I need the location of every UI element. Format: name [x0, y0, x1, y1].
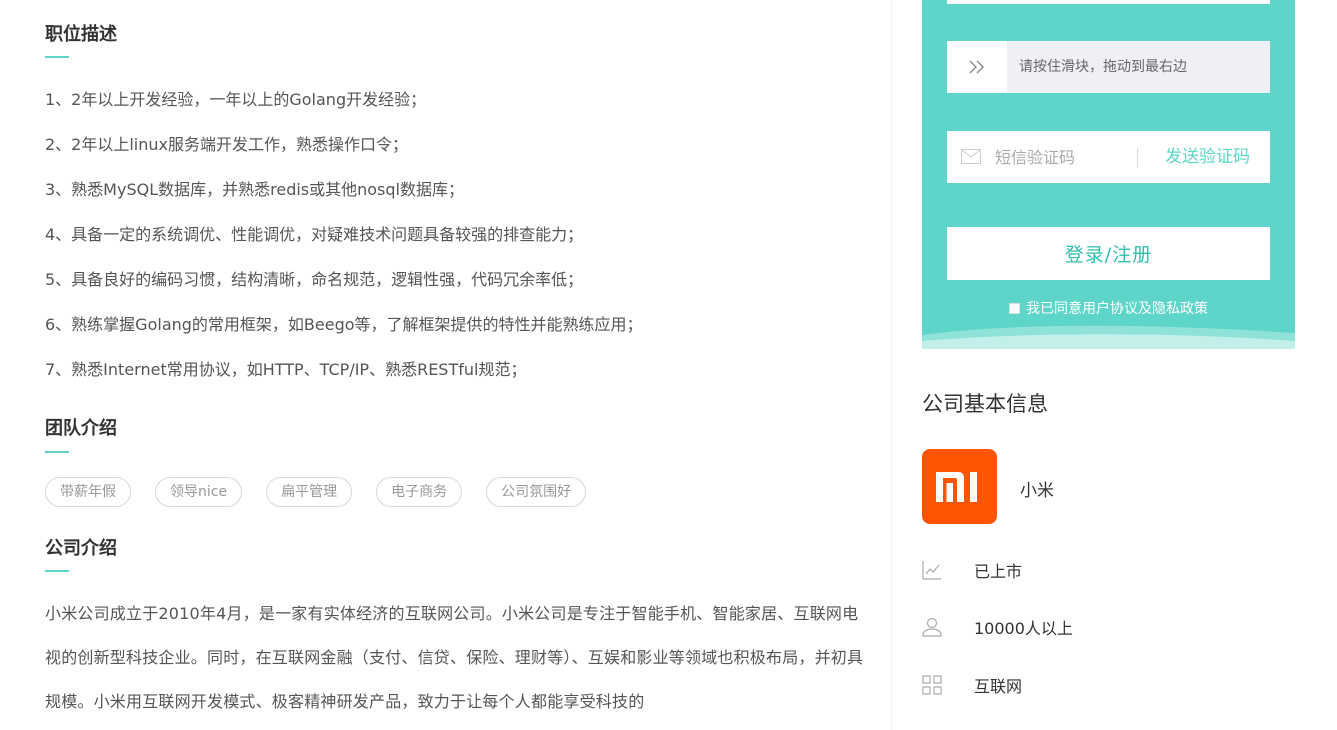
slider-hint: 请按住滑块，拖动到最右边 — [1019, 59, 1187, 75]
team-tags: 带薪年假 领导nice 扁平管理 电子商务 公司氛围好 — [45, 477, 587, 507]
team-tag: 领导nice — [155, 477, 243, 507]
wave-decoration — [922, 325, 1295, 349]
requirement-item: 7、熟悉Internet常用协议，如HTTP、TCP/IP、熟悉RESTful规… — [45, 360, 527, 379]
company-stage-row: 已上市 — [922, 558, 1022, 582]
requirement-item: 4、具备一定的系统调优、性能调优，对疑难技术问题具备较强的排查能力； — [45, 225, 584, 244]
double-chevron-right-icon — [969, 60, 984, 74]
agree-checkbox[interactable] — [1009, 303, 1020, 314]
xiaomi-logo-icon — [935, 471, 977, 502]
company-info-title: 公司基本信息 — [922, 392, 1048, 416]
slider-handle[interactable] — [947, 41, 1007, 93]
sms-code-row: 发送验证码 — [947, 131, 1270, 183]
send-code-button[interactable]: 发送验证码 — [1165, 131, 1250, 183]
phone-input[interactable] — [947, 0, 1270, 4]
team-tag: 带薪年假 — [45, 477, 131, 507]
person-icon — [922, 617, 942, 637]
login-register-button[interactable]: 登录/注册 — [947, 227, 1270, 280]
login-panel: 请按住滑块，拖动到最右边 发送验证码 登录/注册 我已同意用户协议及隐私政策 — [922, 0, 1295, 349]
company-intro-text: 小米公司成立于2010年4月，是一家有实体经济的互联网公司。小米公司是专注于智能… — [45, 604, 864, 711]
title-underline — [45, 56, 69, 58]
column-divider — [891, 0, 892, 730]
agreement-row: 我已同意用户协议及隐私政策 — [922, 298, 1295, 318]
title-underline — [45, 451, 69, 453]
requirement-item: 5、具备良好的编码习惯，结构清晰，命名规范，逻辑性强，代码冗余率低； — [45, 270, 584, 289]
title-underline — [45, 570, 69, 572]
company-size: 10000人以上 — [974, 619, 1073, 638]
slider-captcha: 请按住滑块，拖动到最右边 — [947, 41, 1270, 93]
agreement-text[interactable]: 我已同意用户协议及隐私政策 — [1026, 301, 1208, 317]
company-logo[interactable] — [922, 449, 997, 524]
requirement-item: 6、熟练掌握Golang的常用框架，如Beego等，了解框架提供的特性并能熟练应… — [45, 315, 643, 334]
requirement-item: 2、2年以上linux服务端开发工作，熟悉操作口令； — [45, 135, 409, 154]
company-industry: 互联网 — [974, 677, 1023, 696]
team-tag: 扁平管理 — [266, 477, 353, 507]
team-tag: 公司氛围好 — [486, 477, 587, 507]
job-description-title: 职位描述 — [45, 24, 117, 45]
sms-code-input[interactable] — [995, 131, 1125, 183]
company-industry-row: 互联网 — [922, 673, 1022, 697]
company-size-row: 10000人以上 — [922, 615, 1073, 639]
company-intro-title: 公司介绍 — [45, 538, 117, 559]
trend-chart-icon — [922, 561, 941, 580]
grid-icon — [922, 675, 942, 695]
team-intro-title: 团队介绍 — [45, 418, 117, 439]
company-stage: 已上市 — [974, 562, 1023, 581]
team-tag: 电子商务 — [376, 477, 463, 507]
mail-icon — [961, 149, 981, 164]
job-detail-column: 职位描述 1、2年以上开发经验，一年以上的Golang开发经验； 2、2年以上l… — [0, 0, 891, 730]
company-name[interactable]: 小米 — [1020, 476, 1054, 501]
requirement-item: 1、2年以上开发经验，一年以上的Golang开发经验； — [45, 90, 427, 109]
sms-separator — [1137, 148, 1138, 168]
requirement-item: 3、熟悉MySQL数据库，并熟悉redis或其他nosql数据库； — [45, 180, 464, 199]
